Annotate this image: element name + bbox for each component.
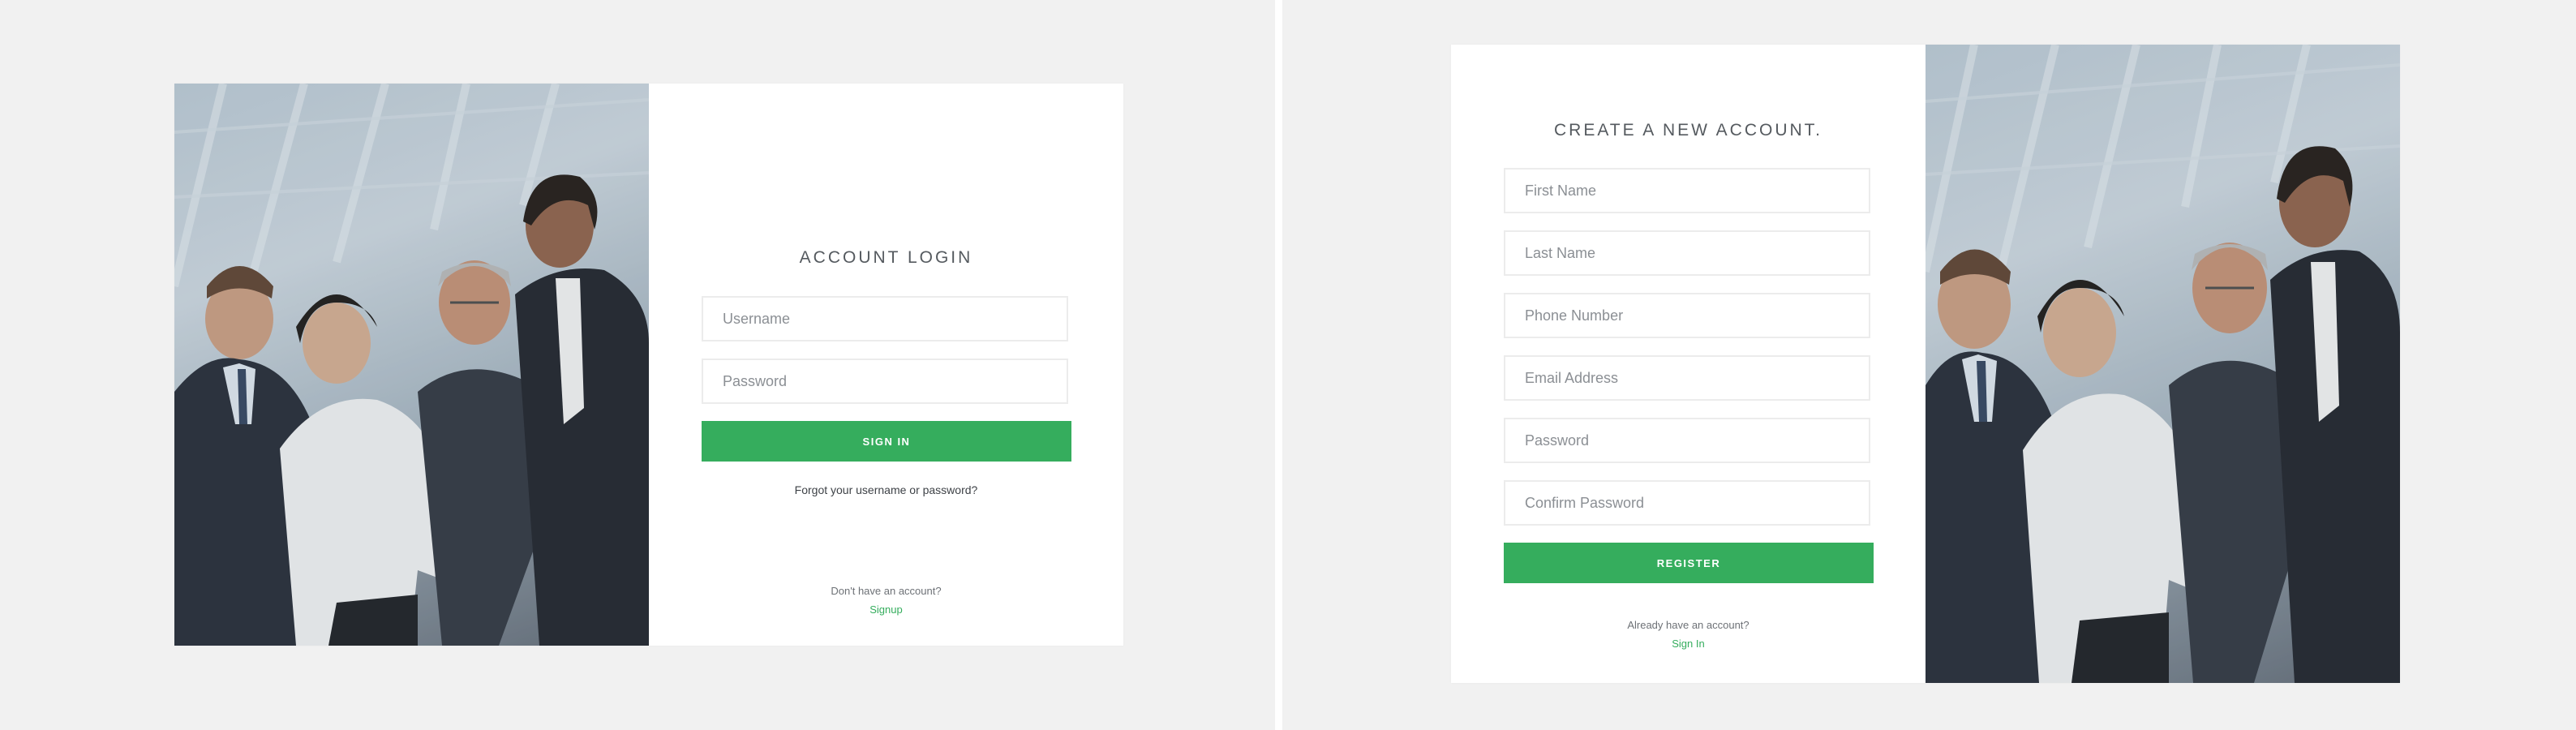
register-password-input[interactable] (1504, 418, 1870, 463)
password-input[interactable] (702, 359, 1068, 404)
register-card: CREATE A NEW ACCOUNT. REGISTER Already h… (1451, 45, 2400, 683)
last-name-input[interactable] (1504, 230, 1870, 276)
business-team-image (174, 84, 649, 646)
no-account-text: Don't have an account? (831, 585, 942, 597)
login-form: ACCOUNT LOGIN SIGN IN Forgot your userna… (649, 84, 1123, 646)
sign-in-button[interactable]: SIGN IN (702, 421, 1071, 462)
business-team-photo (1926, 45, 2400, 683)
have-account-text: Already have an account? (1627, 619, 1750, 631)
forgot-password-link[interactable]: Forgot your username or password? (649, 483, 1123, 496)
login-title: ACCOUNT LOGIN (799, 248, 973, 267)
panel-divider (1275, 0, 1282, 730)
signup-link[interactable]: Signup (649, 603, 1123, 616)
register-title: CREATE A NEW ACCOUNT. (1554, 121, 1823, 140)
register-screen: CREATE A NEW ACCOUNT. REGISTER Already h… (1282, 0, 2576, 730)
phone-number-input[interactable] (1504, 293, 1870, 338)
sign-in-link[interactable]: Sign In (1451, 638, 1926, 650)
register-form: CREATE A NEW ACCOUNT. REGISTER Already h… (1451, 45, 1926, 683)
username-input[interactable] (702, 296, 1068, 341)
email-address-input[interactable] (1504, 355, 1870, 401)
login-card: ACCOUNT LOGIN SIGN IN Forgot your userna… (174, 84, 1123, 646)
business-team-image (1926, 45, 2400, 683)
confirm-password-input[interactable] (1504, 480, 1870, 526)
register-button[interactable]: REGISTER (1504, 543, 1874, 583)
login-screen: ACCOUNT LOGIN SIGN IN Forgot your userna… (0, 0, 1275, 730)
first-name-input[interactable] (1504, 168, 1870, 213)
business-team-photo (174, 84, 649, 646)
